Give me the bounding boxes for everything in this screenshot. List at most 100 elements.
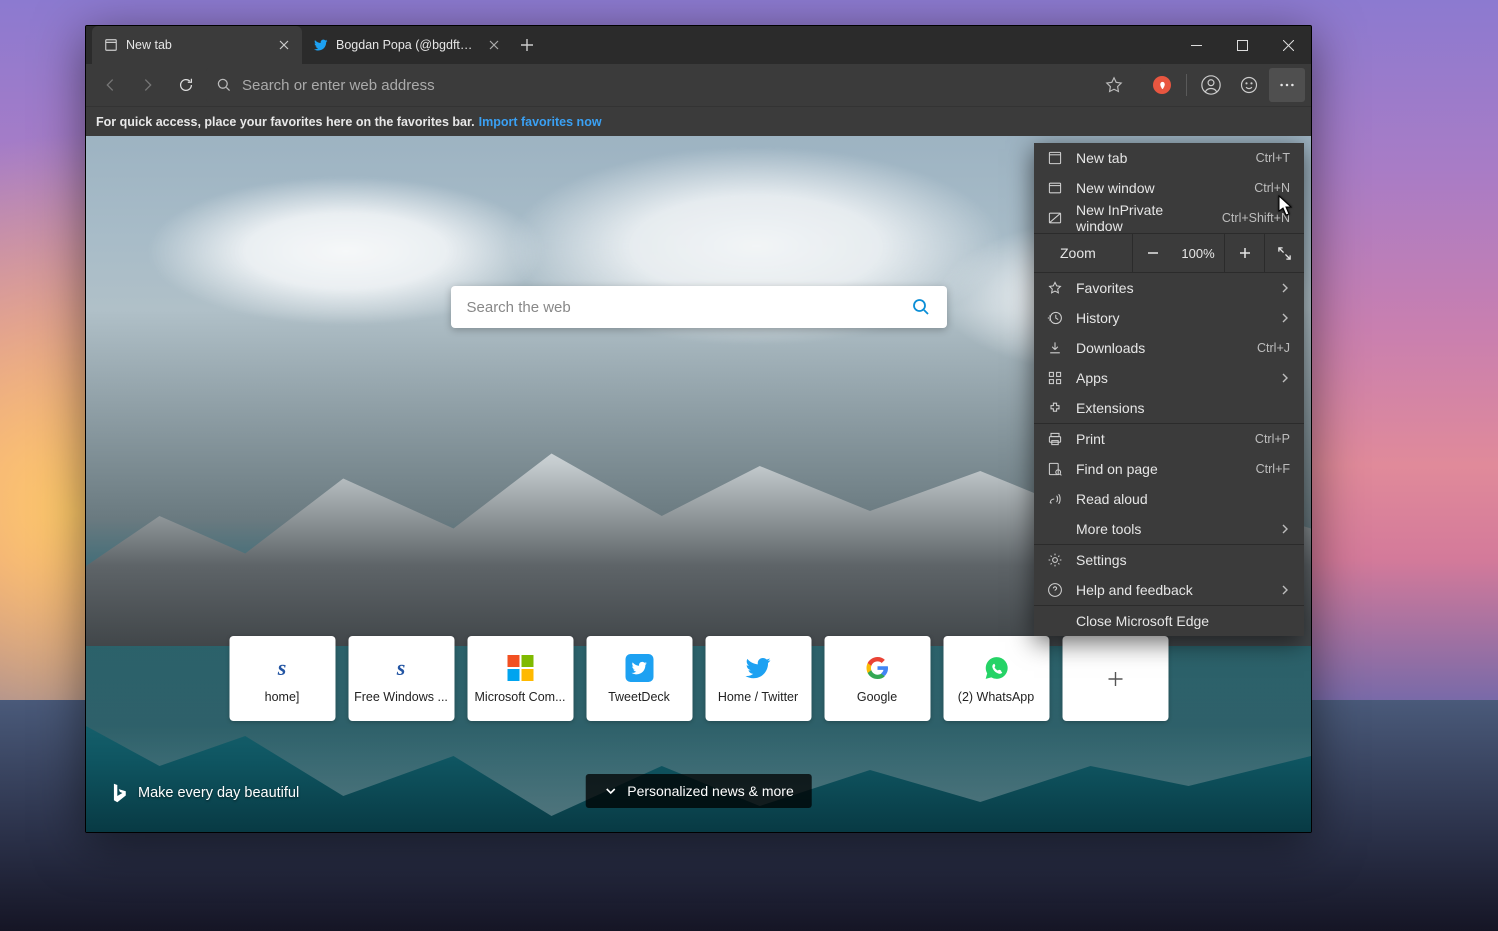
menu-shortcut: Ctrl+J	[1257, 341, 1290, 355]
menu-item[interactable]: History	[1034, 303, 1304, 333]
read-icon	[1046, 490, 1064, 508]
tile-label: Microsoft Com...	[475, 690, 566, 704]
maximize-button[interactable]	[1219, 26, 1265, 64]
close-button[interactable]	[1265, 26, 1311, 64]
window-controls	[1173, 26, 1311, 64]
window-icon	[1046, 179, 1064, 197]
menu-item[interactable]: New tabCtrl+T	[1034, 143, 1304, 173]
menu-item[interactable]: Extensions	[1034, 393, 1304, 423]
menu-label: Close Microsoft Edge	[1076, 613, 1290, 629]
menu-item[interactable]: PrintCtrl+P	[1034, 424, 1304, 454]
tab-active[interactable]: New tab	[92, 26, 302, 64]
ntp-search-input[interactable]	[467, 299, 911, 316]
chevron-right-icon	[1280, 313, 1290, 323]
microsoft-icon	[506, 654, 534, 682]
plus-icon	[1101, 665, 1129, 693]
menu-label: History	[1076, 310, 1268, 326]
address-bar[interactable]	[206, 68, 1142, 102]
tab-label: Bogdan Popa (@bgdftw) / Twitter	[336, 38, 478, 52]
quick-link-tile[interactable]: Google	[824, 636, 930, 721]
ntp-search-box[interactable]	[451, 286, 947, 328]
bing-tagline-text: Make every day beautiful	[138, 785, 299, 801]
menu-item[interactable]: New InPrivate windowCtrl+Shift+N	[1034, 203, 1304, 233]
tweetdeck-icon	[625, 654, 653, 682]
menu-item[interactable]: Close Microsoft Edge	[1034, 606, 1304, 636]
quick-link-tile[interactable]: TweetDeck	[586, 636, 692, 721]
search-icon[interactable]	[911, 297, 931, 317]
fullscreen-button[interactable]	[1264, 233, 1304, 273]
chevron-right-icon	[1280, 524, 1290, 534]
chevron-down-icon	[603, 784, 617, 798]
download-icon	[1046, 339, 1064, 357]
import-favorites-link[interactable]: Import favorites now	[479, 115, 602, 129]
zoom-label: Zoom	[1034, 245, 1132, 261]
inprivate-icon	[1046, 209, 1064, 227]
refresh-button[interactable]	[168, 68, 204, 102]
menu-label: Find on page	[1076, 461, 1244, 477]
tab-close-icon[interactable]	[486, 37, 502, 53]
help-icon	[1046, 581, 1064, 599]
quick-link-tile[interactable]: shome]	[229, 636, 335, 721]
gear-icon	[1046, 551, 1064, 569]
separator	[1186, 74, 1187, 96]
news-toggle-button[interactable]: Personalized news & more	[585, 774, 812, 808]
menu-item[interactable]: Apps	[1034, 363, 1304, 393]
bing-tagline[interactable]: Make every day beautiful	[110, 782, 299, 804]
site-s-icon: s	[387, 654, 415, 682]
search-icon	[216, 77, 232, 93]
find-icon	[1046, 460, 1064, 478]
quick-link-tile[interactable]: Home / Twitter	[705, 636, 811, 721]
more-button[interactable]	[1269, 68, 1305, 102]
twitter-icon	[744, 654, 772, 682]
extension-red-icon	[1153, 76, 1171, 94]
tab-inactive[interactable]: Bogdan Popa (@bgdftw) / Twitter	[302, 26, 512, 64]
zoom-out-button[interactable]	[1132, 233, 1172, 273]
tab-strip: New tab Bogdan Popa (@bgdftw) / Twitter	[86, 26, 1311, 64]
zoom-row: Zoom 100%	[1034, 233, 1304, 273]
new-tab-button[interactable]	[512, 26, 542, 64]
address-input[interactable]	[242, 77, 1086, 94]
twitter-icon	[314, 38, 328, 52]
menu-item[interactable]: Help and feedback	[1034, 575, 1304, 605]
menu-shortcut: Ctrl+F	[1256, 462, 1290, 476]
minimize-button[interactable]	[1173, 26, 1219, 64]
menu-label: Favorites	[1076, 280, 1268, 296]
favorite-star-icon[interactable]	[1096, 68, 1132, 102]
menu-label: More tools	[1076, 521, 1268, 537]
print-icon	[1046, 430, 1064, 448]
chevron-right-icon	[1280, 585, 1290, 595]
ext-icon	[1046, 399, 1064, 417]
tile-label: Google	[857, 690, 897, 704]
menu-label: New window	[1076, 180, 1242, 196]
tab-label: New tab	[126, 38, 268, 52]
menu-item[interactable]: Settings	[1034, 545, 1304, 575]
menu-label: Extensions	[1076, 400, 1290, 416]
menu-item[interactable]: Find on page Ctrl+F	[1034, 454, 1304, 484]
menu-shortcut: Ctrl+N	[1254, 181, 1290, 195]
toolbar	[86, 64, 1311, 106]
tile-label: TweetDeck	[608, 690, 670, 704]
tile-label: Free Windows ...	[354, 690, 448, 704]
tile-label: Home / Twitter	[718, 690, 798, 704]
quick-link-tile[interactable]: (2) WhatsApp	[943, 636, 1049, 721]
zoom-in-button[interactable]	[1224, 233, 1264, 273]
extension-button[interactable]	[1144, 68, 1180, 102]
menu-item[interactable]: New window Ctrl+N	[1034, 173, 1304, 203]
menu-label: Print	[1076, 431, 1243, 447]
feedback-button[interactable]	[1231, 68, 1267, 102]
chevron-right-icon	[1280, 283, 1290, 293]
menu-item[interactable]: More tools	[1034, 514, 1304, 544]
back-button[interactable]	[92, 68, 128, 102]
quick-link-tile[interactable]: s Free Windows ...	[348, 636, 454, 721]
menu-item[interactable]: Read aloud	[1034, 484, 1304, 514]
quick-link-tile[interactable]	[1062, 636, 1168, 721]
browser-window: New tab Bogdan Popa (@bgdftw) / Twitter	[85, 25, 1312, 833]
profile-button[interactable]	[1193, 68, 1229, 102]
menu-item[interactable]: DownloadsCtrl+J	[1034, 333, 1304, 363]
newtab-content: shome] s Free Windows ... Microsoft Com... T…	[86, 136, 1311, 832]
quick-link-tile[interactable]: Microsoft Com...	[467, 636, 573, 721]
menu-item[interactable]: Favorites	[1034, 273, 1304, 303]
menu-label: Settings	[1076, 552, 1290, 568]
tab-close-icon[interactable]	[276, 37, 292, 53]
forward-button[interactable]	[130, 68, 166, 102]
